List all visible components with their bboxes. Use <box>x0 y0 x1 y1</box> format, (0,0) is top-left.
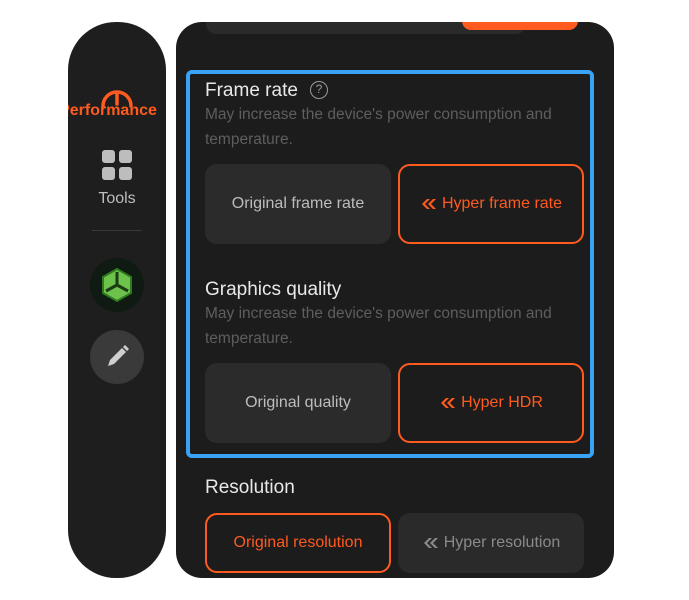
hyper-resolution-option[interactable]: Hyper resolution <box>398 513 584 573</box>
settings-panel: Frame rate ? May increase the device's p… <box>176 22 614 578</box>
grid-icon[interactable] <box>68 150 166 185</box>
sidebar: Performance Tools <box>68 22 166 578</box>
sidebar-divider <box>92 230 142 231</box>
option-label: Hyper resolution <box>443 534 561 551</box>
sidebar-item-tools[interactable]: Tools <box>68 190 166 208</box>
hyper-boost-icon <box>422 536 440 550</box>
original-resolution-option[interactable]: Original resolution <box>205 513 391 573</box>
top-action-button[interactable] <box>462 22 578 30</box>
edit-pencil-icon[interactable] <box>90 330 144 384</box>
highlight-box <box>186 70 594 458</box>
option-label: Original resolution <box>233 534 363 551</box>
sidebar-item-performance[interactable]: Performance <box>68 102 166 120</box>
game-logo-icon[interactable] <box>90 258 144 312</box>
resolution-title: Resolution <box>205 477 295 498</box>
